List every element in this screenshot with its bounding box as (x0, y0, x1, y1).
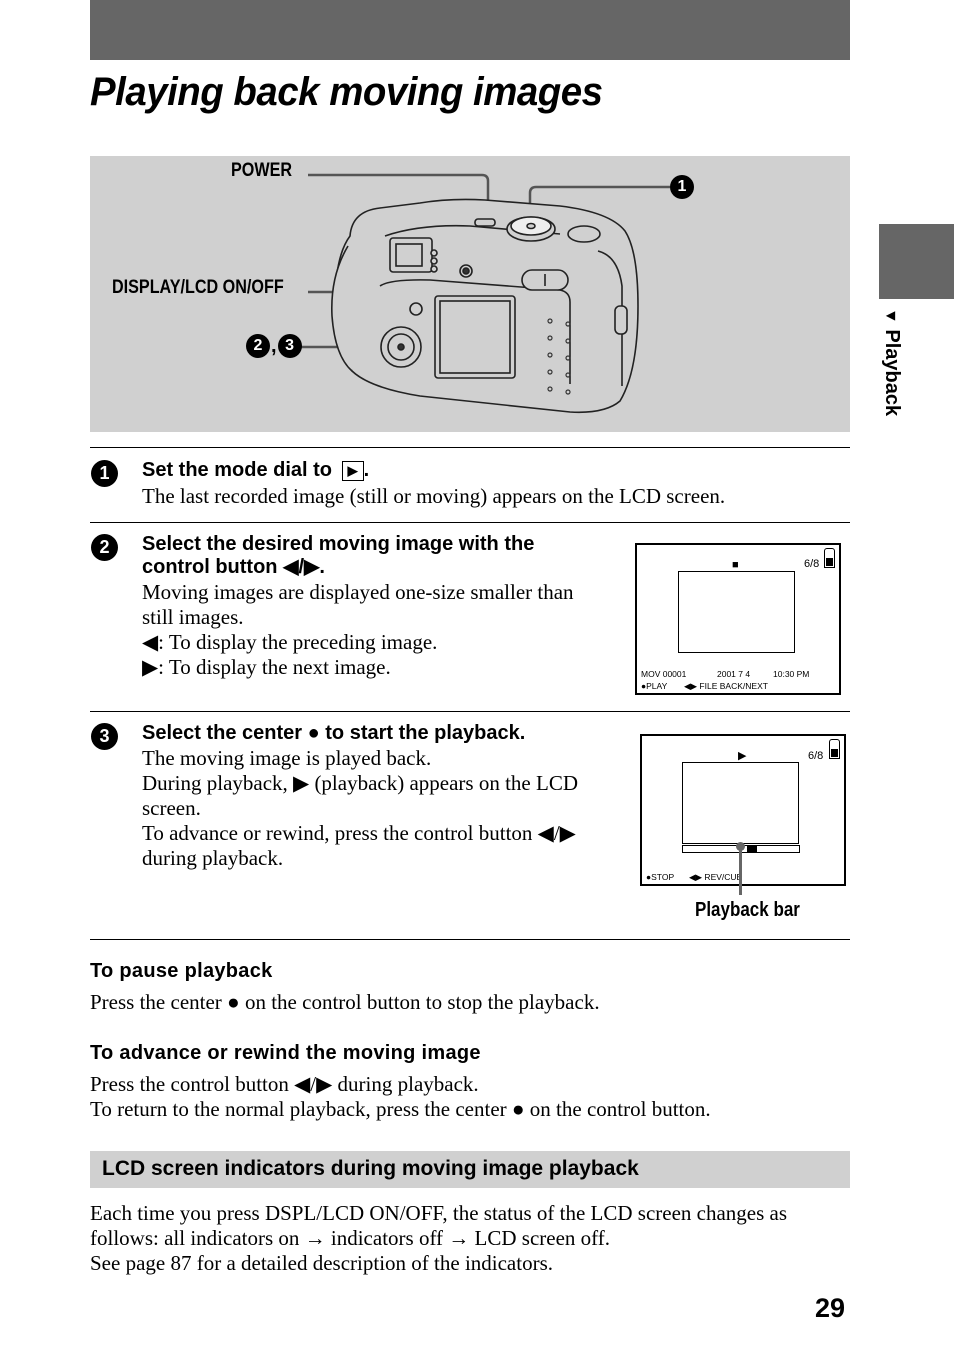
section-title: LCD screen indicators during moving imag… (102, 1157, 639, 1180)
page-number: 29 (815, 1293, 846, 1323)
step2-number: 2 (91, 534, 118, 561)
step3-number: 3 (91, 723, 118, 750)
file-nav-hint: ◀▶ FILE BACK/NEXT (684, 681, 768, 691)
playback-position-marker (746, 846, 757, 852)
display-callout-label: DISPLAY/LCD ON/OFF (112, 277, 284, 298)
pause-body: Press the center ● on the control button… (90, 990, 600, 1014)
chapter-tab (879, 224, 954, 299)
pause-heading: To pause playback (90, 960, 273, 982)
step2-3-callout: 2 , 3 (246, 334, 302, 358)
rev-cue-hint: ◀▶ REV/CUE (689, 872, 743, 882)
play-hint: ●PLAY (641, 681, 668, 691)
step1-heading: Set the mode dial to ▶. (142, 459, 370, 481)
step3-badge: 3 (277, 334, 302, 358)
step1-badge: 1 (670, 175, 694, 199)
image-frame (678, 571, 795, 653)
image-counter: 6/8 (804, 558, 820, 570)
callout-dot (736, 842, 745, 851)
step3-body: The moving image is played back. During … (142, 746, 579, 870)
divider (90, 447, 850, 448)
step2-badge: 2 (246, 334, 270, 358)
power-callout-label: POWER (231, 160, 293, 181)
image-frame (682, 762, 799, 844)
chapter-label: ▼ Playback (881, 308, 903, 417)
step1-body: The last recorded image (still or moving… (142, 484, 726, 508)
advance-heading: To advance or rewind the moving image (90, 1042, 481, 1064)
playback-mode-icon: ▶ (341, 460, 364, 481)
file-name: MOV 00001 (641, 669, 687, 679)
header-bar (90, 0, 850, 60)
camera-illustration: POWER DISPLAY/LCD ON/OFF 1 2 , 3 (90, 156, 850, 432)
divider (90, 939, 850, 940)
divider (90, 522, 850, 523)
image-counter: 6/8 (808, 750, 824, 762)
step1-callout: 1 (670, 175, 694, 199)
lcd-screen-select: ■ 6/8 MOV 00001 2001 7 4 10:30 PM ●PLAY … (635, 543, 841, 695)
recording-date: 2001 7 4 (717, 669, 751, 679)
step2-body: Moving images are displayed one-size sma… (142, 580, 574, 679)
stop-hint: ●STOP (646, 872, 675, 882)
lcd-screen-playback: ▶ 6/8 ●STOP ◀▶ REV/CUE (640, 734, 846, 886)
step2-heading: Select the desired moving image with the… (142, 533, 535, 578)
step3-heading: Select the center ● to start the playbac… (142, 722, 526, 744)
triangle-down-icon: ▼ (882, 308, 899, 324)
playback-bar-label: Playback bar (695, 899, 800, 921)
divider (90, 711, 850, 712)
playback-bar-callout-line (739, 845, 742, 895)
play-status-icon: ▶ (738, 750, 747, 762)
stop-status-icon: ■ (732, 559, 739, 571)
camera-body (331, 198, 639, 414)
recording-time: 10:30 PM (773, 669, 810, 679)
battery-icon (824, 548, 835, 568)
advance-body: Press the control button ◀/▶ during play… (90, 1072, 711, 1121)
page-title: Playing back moving images (90, 70, 603, 114)
step1-number: 1 (91, 460, 118, 487)
callout-separator: , (271, 335, 277, 357)
battery-icon (829, 739, 840, 759)
lcd-section-body: Each time you press DSPL/LCD ON/OFF, the… (90, 1201, 788, 1275)
